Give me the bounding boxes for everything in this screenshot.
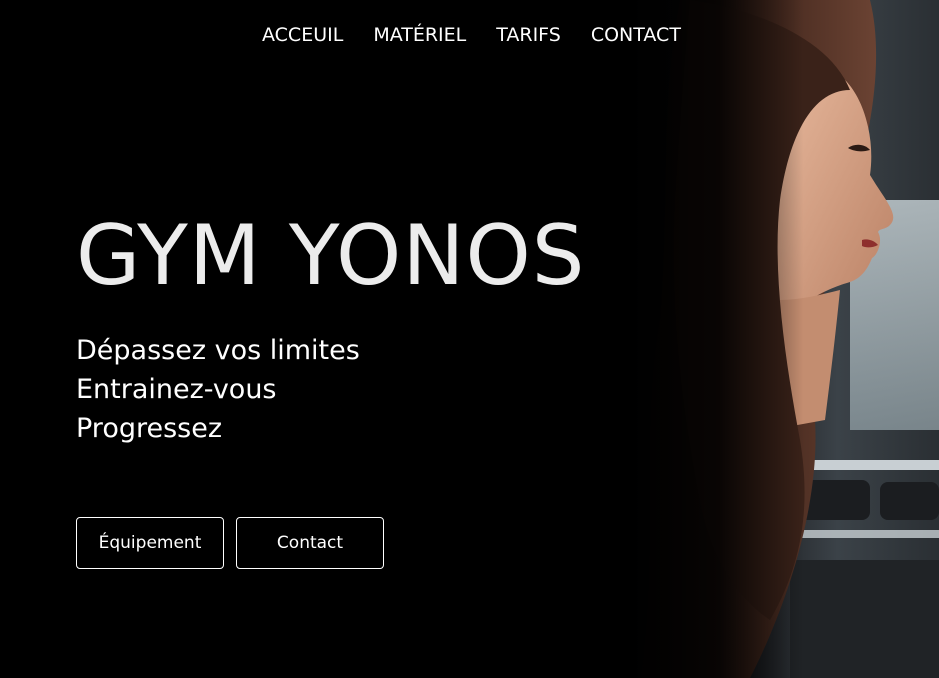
nav-item-materiel[interactable]: MATÉRIEL: [373, 22, 466, 48]
equipement-button[interactable]: Équipement: [76, 517, 224, 569]
nav-links: ACCEUIL MATÉRIEL TARIFS CONTACT: [262, 22, 681, 48]
hero-title: GYM YONOS: [76, 207, 586, 304]
nav-item-contact[interactable]: CONTACT: [591, 22, 681, 48]
contact-button[interactable]: Contact: [236, 517, 384, 569]
nav-item-tarifs[interactable]: TARIFS: [496, 22, 561, 48]
hero-taglines: Dépassez vos limites Entrainez-vous Prog…: [76, 331, 360, 448]
tagline-line: Entrainez-vous: [76, 374, 277, 405]
nav-item-acceuil[interactable]: ACCEUIL: [262, 22, 343, 48]
woman-portrait-image: [600, 0, 939, 678]
hero-page: ACCEUIL MATÉRIEL TARIFS CONTACT GYM YONO…: [0, 0, 939, 678]
tagline-line: Progressez: [76, 413, 223, 444]
hero-photo: [600, 0, 939, 678]
tagline-line: Dépassez vos limites: [76, 335, 360, 366]
